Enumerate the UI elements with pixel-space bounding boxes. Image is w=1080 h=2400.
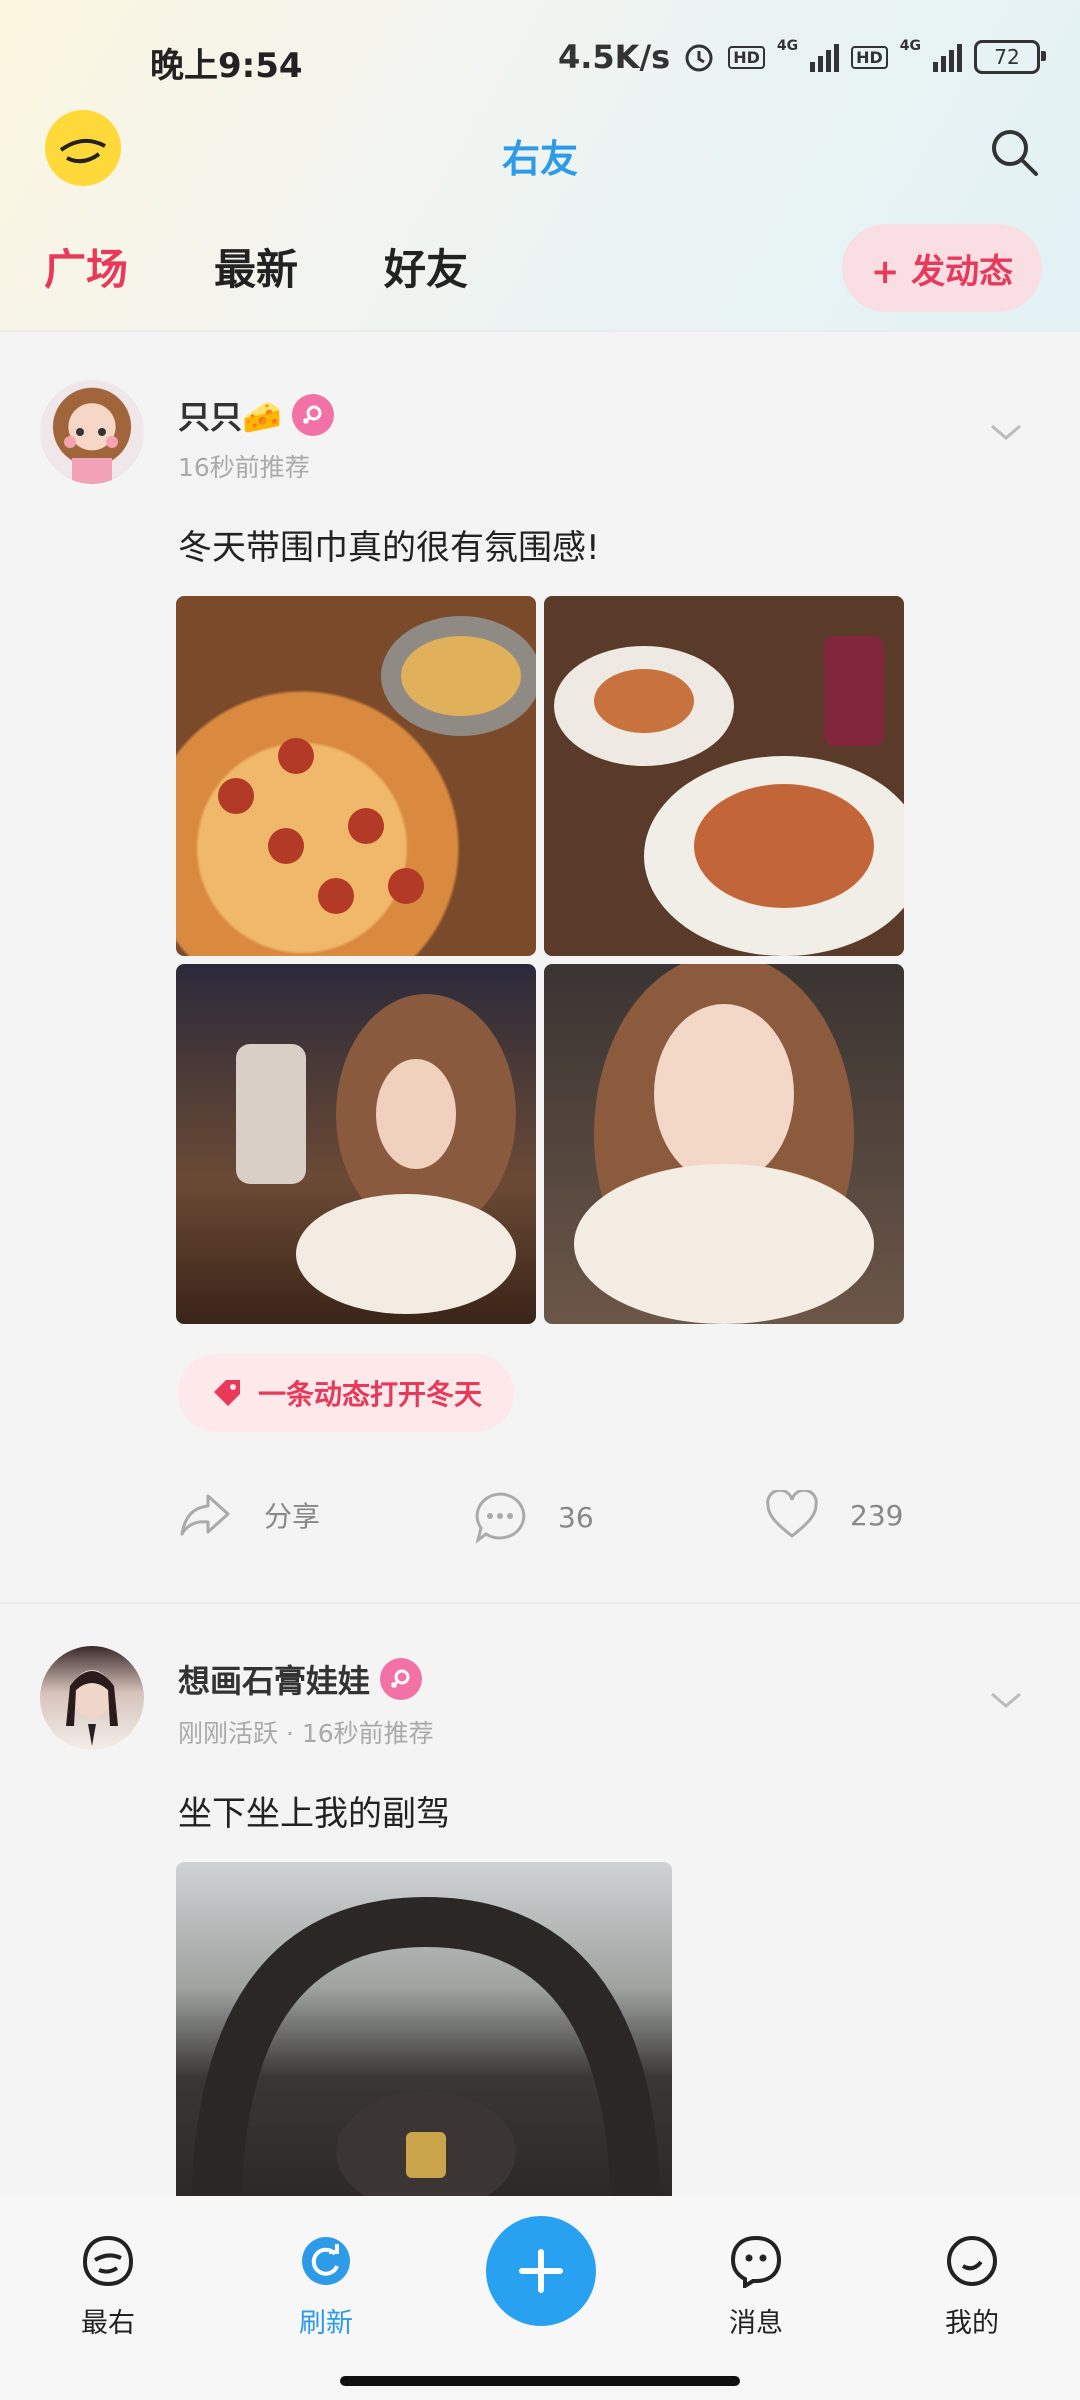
post-text: 冬天带围巾真的很有氛围感! xyxy=(178,528,600,568)
profile-face-icon xyxy=(947,2236,997,2286)
tag-icon xyxy=(214,1380,240,1406)
nav-label: 消息 xyxy=(729,2308,783,2339)
selfie-image xyxy=(236,994,516,1314)
alarm-icon xyxy=(685,44,713,72)
photo-selfie-mirror[interactable] xyxy=(176,964,536,1324)
post-username[interactable]: 只只🧀 xyxy=(178,392,334,438)
battery-icon: 72 xyxy=(974,40,1046,74)
share-label: 分享 xyxy=(264,1500,321,1533)
female-gender-icon xyxy=(291,394,334,436)
status-time: 晚上9:54 xyxy=(150,46,303,86)
feed-tabs: 广场 最新 好友 xyxy=(44,236,468,306)
home-indicator[interactable] xyxy=(340,2376,740,2386)
steering-wheel-image xyxy=(191,1896,661,2222)
signal-icon xyxy=(933,42,962,72)
pasta-image xyxy=(554,636,904,956)
username-text: 想画石膏娃娃 xyxy=(178,1662,371,1700)
selfie-image xyxy=(574,964,874,1324)
nav-messages[interactable]: 消息 xyxy=(696,2234,816,2340)
post-card[interactable]: 想画石膏娃娃 刚刚活跃 · 16秒前推荐 坐下坐上我的副驾 xyxy=(0,1600,1080,2222)
network-type: 4G xyxy=(899,38,921,54)
refresh-icon xyxy=(302,2237,350,2285)
female-gender-icon xyxy=(380,1658,423,1700)
heart-icon xyxy=(766,1490,818,1538)
photo-steering-wheel[interactable] xyxy=(176,1862,672,2222)
nav-label: 最右 xyxy=(81,2308,135,2339)
status-indicators: 4.5K/s HD 4G HD 4G 72 xyxy=(557,38,1046,76)
photo-pasta[interactable] xyxy=(544,596,904,956)
cartoon-avatar-image xyxy=(64,428,118,484)
post-card[interactable]: 只只🧀 16秒前推荐 冬天带围巾真的很有氛围感! 一条动态打开冬天 分享 36 … xyxy=(0,330,1080,1590)
signal-icon xyxy=(810,42,840,72)
bottom-navigation: 最右 刷新 消息 我的 xyxy=(0,2196,1080,2400)
chevron-down-icon[interactable] xyxy=(988,422,1024,442)
avatar[interactable] xyxy=(40,1646,144,1750)
post-username[interactable]: 想画石膏娃娃 xyxy=(178,1656,423,1702)
search-icon[interactable] xyxy=(986,124,1042,180)
network-type: 4G xyxy=(776,38,799,54)
create-post-button[interactable]: + 发动态 xyxy=(842,224,1042,312)
post-actions: 分享 36 239 xyxy=(178,1490,938,1550)
chevron-down-icon[interactable] xyxy=(988,1690,1024,1710)
nav-label: 刷新 xyxy=(299,2308,353,2339)
nav-profile[interactable]: 我的 xyxy=(912,2234,1032,2340)
comment-count: 36 xyxy=(558,1500,594,1534)
comment-icon xyxy=(475,1492,526,1544)
tab-latest[interactable]: 最新 xyxy=(214,236,298,306)
tab-square[interactable]: 广场 xyxy=(44,236,128,306)
app-title: 右友 xyxy=(501,137,578,181)
post-text: 坐下坐上我的副驾 xyxy=(178,1794,450,1834)
user-photo-avatar xyxy=(66,1670,118,1746)
hd-badge: HD xyxy=(851,45,888,69)
message-icon xyxy=(730,2235,782,2290)
zuiyou-face-icon xyxy=(82,2235,134,2287)
battery-level: 72 xyxy=(994,45,1020,69)
comment-button[interactable]: 36 xyxy=(472,1490,594,1544)
plus-icon xyxy=(519,2249,563,2293)
pizza-image xyxy=(218,616,536,914)
share-icon xyxy=(180,1494,230,1536)
post-meta: 刚刚活跃 · 16秒前推荐 xyxy=(178,1719,434,1748)
like-button[interactable]: 239 xyxy=(764,1490,903,1540)
photo-pizza[interactable] xyxy=(176,596,536,956)
status-bar: 晚上9:54 4.5K/s HD 4G HD 4G 72 xyxy=(0,30,1080,90)
tab-friends[interactable]: 好友 xyxy=(384,236,468,306)
add-post-fab[interactable] xyxy=(486,2216,596,2326)
avatar[interactable] xyxy=(40,380,144,484)
net-speed: 4.5K/s xyxy=(557,38,671,76)
post-meta: 16秒前推荐 xyxy=(178,453,310,482)
nav-zuiyou[interactable]: 最右 xyxy=(48,2234,168,2340)
like-count: 239 xyxy=(850,1498,904,1532)
app-bar: 右友 xyxy=(0,110,1080,190)
topic-tag-label: 一条动态打开冬天 xyxy=(258,1378,483,1411)
photo-selfie-scarf[interactable] xyxy=(544,964,904,1324)
share-button[interactable]: 分享 xyxy=(178,1490,320,1540)
hd-badge: HD xyxy=(728,45,765,69)
nav-label: 我的 xyxy=(945,2308,999,2339)
nav-refresh[interactable]: 刷新 xyxy=(266,2234,386,2340)
topic-tag[interactable]: 一条动态打开冬天 xyxy=(178,1354,515,1432)
username-text: 只只🧀 xyxy=(178,398,282,436)
